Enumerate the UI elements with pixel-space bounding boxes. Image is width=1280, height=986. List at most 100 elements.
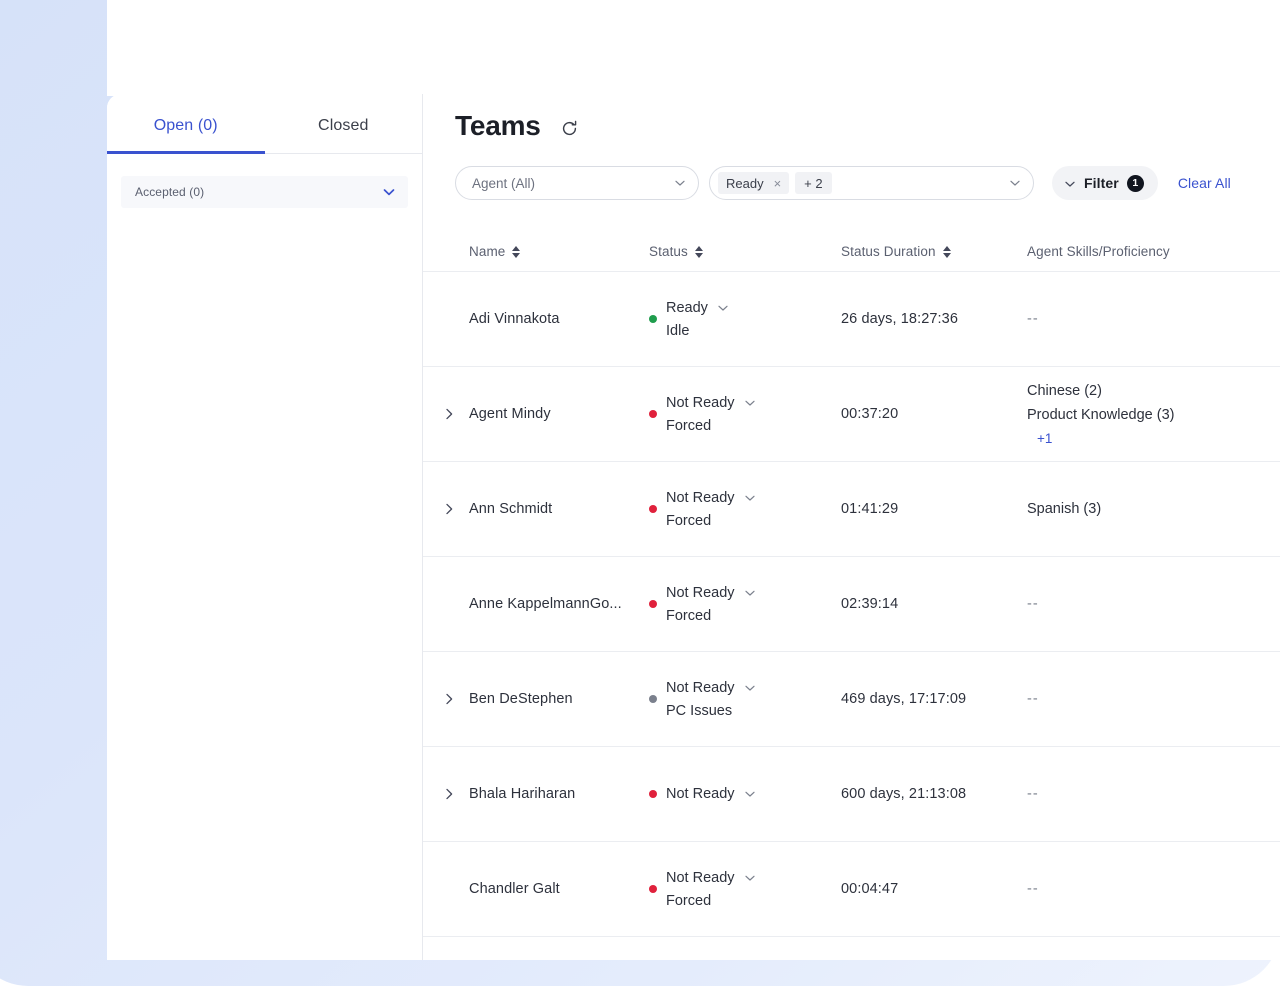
tab-closed[interactable]: Closed: [265, 94, 423, 153]
row-expand-cell: [423, 499, 469, 519]
row-status-duration: 01:41:29: [841, 501, 1027, 517]
chevron-down-icon[interactable]: [744, 682, 756, 694]
status-label: Not Ready: [666, 585, 735, 601]
row-status-cell: Not ReadyPC Issues: [649, 680, 841, 719]
status-label: Not Ready: [666, 870, 735, 886]
header-agent-skills: Agent Skills/Proficiency: [1027, 244, 1280, 259]
chevron-down-icon[interactable]: [717, 302, 729, 314]
row-expand-cell: [423, 689, 469, 709]
header-status-duration[interactable]: Status Duration: [841, 244, 1027, 259]
row-name: Ann Schmidt: [469, 501, 649, 517]
status-dot: [649, 790, 657, 798]
row-name: Ben DeStephen: [469, 691, 649, 707]
agent-skill: Product Knowledge (3): [1027, 407, 1175, 423]
row-status-cell: Not ReadyForced: [649, 490, 841, 529]
agent-skill: Spanish (3): [1027, 501, 1101, 517]
status-reason: Forced: [666, 893, 756, 909]
row-status-duration: 469 days, 17:17:09: [841, 691, 1027, 707]
table-row[interactable]: Agent MindyNot ReadyForced00:37:20Chines…: [423, 367, 1280, 462]
accepted-accordion[interactable]: Accepted (0): [121, 176, 408, 208]
tab-open-label: Open (0): [154, 117, 218, 135]
filter-button[interactable]: Filter 1: [1052, 166, 1158, 200]
header-status-label: Status: [649, 244, 688, 259]
row-agent-skills: Chinese (2) Product Knowledge (3) +1: [1027, 383, 1280, 446]
status-label: Not Ready: [666, 680, 735, 696]
page-title: Teams: [455, 110, 541, 142]
table-row[interactable]: Ben DeStephenNot ReadyPC Issues469 days,…: [423, 652, 1280, 747]
row-status-duration: 02:39:14: [841, 596, 1027, 612]
sort-icon[interactable]: [512, 246, 520, 258]
refresh-icon[interactable]: [557, 115, 583, 141]
table-row[interactable]: Anne KappelmannGo... Not Ready Forced 02:39…: [423, 557, 1280, 652]
row-status-duration: 00:37:20: [841, 406, 1027, 422]
row-name: Chandler Galt: [469, 881, 649, 897]
agent-skill: Chinese (2): [1027, 383, 1175, 399]
row-agent-skills: --: [1027, 786, 1280, 802]
filter-toolbar: Agent (All) Ready × + 2: [423, 142, 1280, 200]
table-header-row: Name Status Status Duration Agent Skills…: [423, 226, 1280, 272]
status-select[interactable]: Ready × + 2: [709, 166, 1034, 200]
row-expand-cell: [423, 784, 469, 804]
agent-select[interactable]: Agent (All): [455, 166, 699, 200]
agent-skills-empty: --: [1027, 786, 1039, 802]
expand-row-icon[interactable]: [439, 689, 459, 709]
expand-row-icon[interactable]: [439, 784, 459, 804]
agent-skills-more-link[interactable]: +1: [1027, 431, 1175, 446]
agent-skills-empty: --: [1027, 881, 1039, 897]
status-chip-overflow[interactable]: + 2: [795, 172, 831, 194]
sort-icon[interactable]: [695, 246, 703, 258]
row-status-duration: 26 days, 18:27:36: [841, 311, 1027, 327]
chevron-down-icon[interactable]: [744, 788, 756, 800]
row-agent-skills: --: [1027, 881, 1280, 897]
clear-all-button[interactable]: Clear All: [1178, 175, 1231, 191]
status-dot: [649, 315, 657, 323]
chevron-down-icon[interactable]: [744, 397, 756, 409]
table-row[interactable]: Ann SchmidtNot ReadyForced01:41:29Spanis…: [423, 462, 1280, 557]
agent-skills-empty: --: [1027, 311, 1039, 327]
tab-open[interactable]: Open (0): [107, 94, 265, 153]
row-expand-cell: [423, 404, 469, 424]
header-status[interactable]: Status: [649, 244, 841, 259]
status-dot: [649, 885, 657, 893]
row-name: Bhala Hariharan: [469, 786, 649, 802]
accepted-label: Accepted (0): [135, 185, 204, 199]
table-row[interactable]: Chandler GaltNot ReadyForced00:04:47--: [423, 842, 1280, 937]
chevron-down-icon: [674, 177, 686, 189]
main-content: Teams Agent (All) R: [423, 94, 1280, 960]
chevron-down-icon[interactable]: [744, 587, 756, 599]
chevron-down-icon: [382, 185, 396, 199]
expand-row-icon[interactable]: [439, 404, 459, 424]
page-header: Teams: [423, 94, 1280, 142]
row-status-cell: Not Ready Forced: [649, 870, 841, 909]
row-agent-skills: --: [1027, 311, 1280, 327]
status-label: Not Ready: [666, 786, 735, 802]
row-agent-skills: --: [1027, 691, 1280, 707]
left-sidebar: Open (0) Closed Accepted (0): [107, 94, 423, 960]
row-agent-skills: Spanish (3): [1027, 501, 1280, 517]
app-window: Open (0) Closed Accepted (0) Teams: [107, 94, 1280, 960]
tab-closed-label: Closed: [318, 117, 368, 135]
status-chip-label: Ready: [726, 176, 764, 191]
header-status-duration-label: Status Duration: [841, 244, 936, 259]
chevron-down-icon[interactable]: [744, 872, 756, 884]
status-label: Not Ready: [666, 490, 735, 506]
table-row[interactable]: Bhala Hariharan Not Ready 600 days, 21:13:…: [423, 747, 1280, 842]
filter-count-badge: 1: [1127, 175, 1144, 192]
header-agent-skills-label: Agent Skills/Proficiency: [1027, 244, 1170, 259]
agent-skills-empty: --: [1027, 596, 1039, 612]
table-body: Adi VinnakotaReadyIdle26 days, 18:27:36-…: [423, 272, 1280, 937]
row-status-duration: 600 days, 21:13:08: [841, 786, 1027, 802]
chevron-down-icon[interactable]: [744, 492, 756, 504]
status-chip-ready[interactable]: Ready ×: [718, 172, 789, 194]
header-name[interactable]: Name: [469, 244, 649, 259]
row-name: Anne KappelmannGo...: [469, 596, 649, 612]
sort-icon[interactable]: [943, 246, 951, 258]
row-status-cell: Not ReadyForced: [649, 395, 841, 434]
table-row[interactable]: Adi VinnakotaReadyIdle26 days, 18:27:36-…: [423, 272, 1280, 367]
status-dot: [649, 600, 657, 608]
expand-row-icon[interactable]: [439, 499, 459, 519]
row-name: Agent Mindy: [469, 406, 649, 422]
filter-button-label: Filter: [1084, 175, 1119, 191]
status-reason: Forced: [666, 608, 756, 624]
close-icon[interactable]: ×: [774, 176, 782, 191]
